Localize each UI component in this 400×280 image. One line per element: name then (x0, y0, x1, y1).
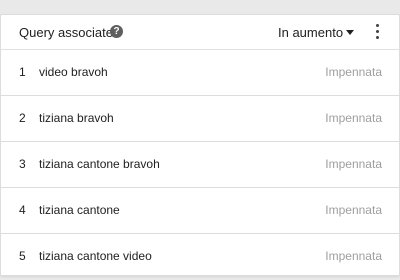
card-header: Query associate ? In aumento (1, 15, 399, 50)
row-query[interactable]: video bravoh (39, 65, 108, 79)
related-queries-card: Query associate ? In aumento 1 video bra… (0, 14, 400, 276)
list-item[interactable]: 2 tiziana bravoh Impennata (1, 96, 399, 142)
row-status: Impennata (325, 111, 382, 125)
sort-dropdown[interactable]: In aumento (278, 24, 358, 40)
list-item[interactable]: 4 tiziana cantone Impennata (1, 188, 399, 234)
row-status: Impennata (325, 203, 382, 217)
row-rank: 5 (19, 249, 26, 263)
row-rank: 4 (19, 203, 26, 217)
row-query[interactable]: tiziana cantone (39, 203, 120, 217)
arrow-drop-down-icon (346, 30, 354, 35)
row-query[interactable]: tiziana bravoh (39, 111, 114, 125)
row-status: Impennata (325, 65, 382, 79)
list-item[interactable]: 3 tiziana cantone bravoh Impennata (1, 142, 399, 188)
list-item[interactable]: 5 tiziana cantone video Impennata (1, 234, 399, 275)
card-title: Query associate (19, 25, 113, 40)
query-list: 1 video bravoh Impennata 2 tiziana bravo… (1, 50, 399, 275)
sort-dropdown-label: In aumento (278, 25, 344, 40)
row-rank: 2 (19, 111, 26, 125)
row-query[interactable]: tiziana cantone video (39, 249, 152, 263)
row-status: Impennata (325, 157, 382, 171)
more-vert-icon[interactable] (373, 23, 383, 41)
row-rank: 3 (19, 157, 26, 171)
row-query[interactable]: tiziana cantone bravoh (39, 157, 160, 171)
help-icon[interactable]: ? (110, 25, 123, 38)
row-rank: 1 (19, 65, 26, 79)
list-item[interactable]: 1 video bravoh Impennata (1, 50, 399, 96)
row-status: Impennata (325, 249, 382, 263)
